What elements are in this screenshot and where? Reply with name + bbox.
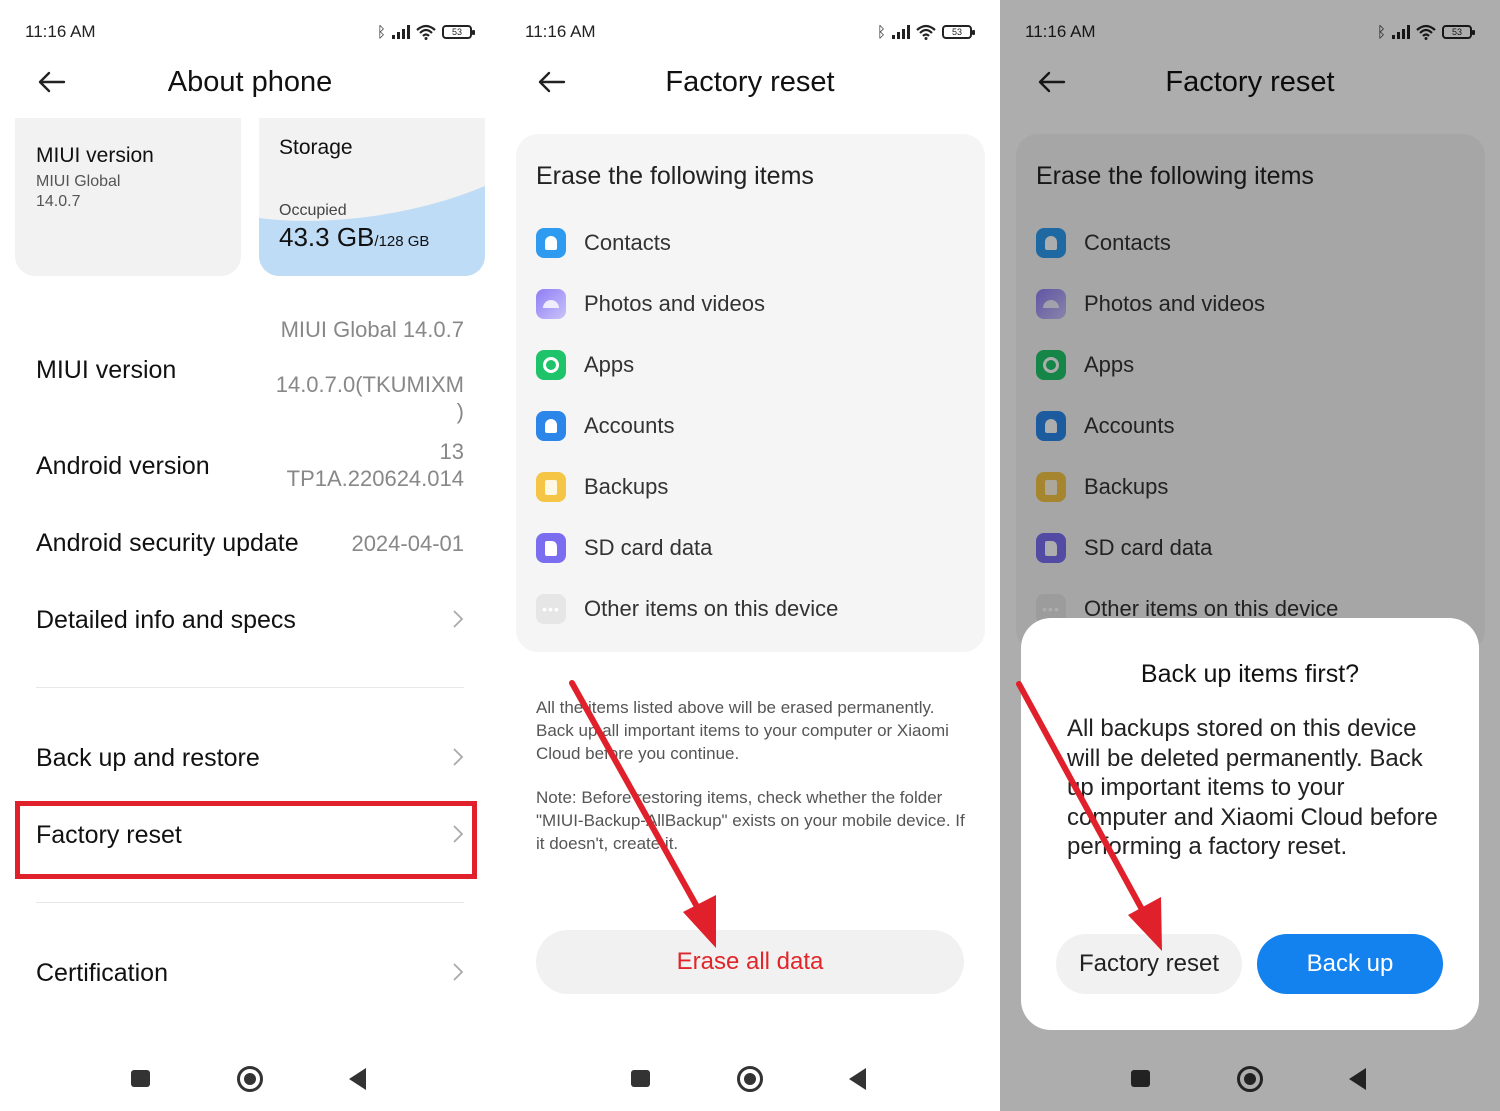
storage-card-heading: Storage: [279, 136, 353, 159]
list-item-apps: Apps: [536, 349, 634, 381]
security-update-label: Android security update: [36, 529, 299, 557]
section-divider: [36, 902, 464, 903]
bluetooth-icon: ᛒ: [876, 23, 886, 41]
android-version-label: Android version: [36, 452, 210, 480]
navigation-bar: [500, 1065, 1000, 1093]
bluetooth-icon: ᛒ: [376, 23, 386, 41]
storage-total: /128 GB: [374, 233, 430, 250]
erase-warning-text: All the items listed above will be erase…: [536, 698, 949, 763]
status-bar: 11:16 AM ᛒ 53: [525, 20, 975, 44]
item-label: Apps: [584, 352, 635, 377]
miui-version-card[interactable]: MIUI version MIUI Global 14.0.7: [15, 118, 241, 276]
list-item-accounts: Accounts: [536, 410, 675, 442]
page-title: About phone: [167, 66, 333, 98]
list-item-other: ••• Other items on this device: [536, 593, 838, 625]
status-bar: 11:16 AM ᛒ 53: [25, 20, 475, 44]
erase-heading: Erase the following items: [536, 162, 814, 190]
security-update-value: 2024-04-01: [351, 531, 464, 556]
android-version-value2: TP1A.220624.014: [286, 466, 464, 491]
sd-card-icon: [536, 533, 566, 563]
status-time: 11:16 AM: [525, 22, 596, 41]
navigation-bar: [0, 1065, 500, 1093]
backup-restore-row[interactable]: Back up and restore: [36, 744, 260, 773]
erase-all-data-button[interactable]: Erase all data: [536, 930, 964, 994]
list-item-backups: Backups: [536, 471, 668, 503]
miui-card-heading: MIUI version: [36, 144, 154, 167]
item-label: Backups: [584, 474, 669, 499]
certification-row[interactable]: Certification: [36, 959, 168, 988]
factory-reset-highlight-box: [15, 801, 477, 879]
item-label: Photos and videos: [584, 291, 766, 316]
storage-occupied-label: Occupied: [279, 202, 347, 219]
battery-icon: 53: [942, 25, 975, 39]
detailed-info-row[interactable]: Detailed info and specs: [36, 606, 296, 635]
backups-icon: [536, 472, 566, 502]
signal-icon: [892, 25, 910, 39]
backup-dialog: Back up items first? All backups stored …: [1021, 618, 1479, 1030]
restore-note-text: Note: Before restoring items, check whet…: [536, 788, 965, 853]
recents-nav-icon[interactable]: [631, 1070, 650, 1087]
storage-used-value: 43.3 GB/128 GB: [279, 222, 429, 253]
status-time: 11:16 AM: [25, 22, 96, 41]
factory-reset-dialog-screen: 11:16 AM ᛒ 53 Factory reset Erase the fo…: [1000, 0, 1500, 1111]
contacts-icon: [536, 228, 566, 258]
android-version-value1: 13: [439, 439, 464, 464]
home-nav-icon[interactable]: [737, 1066, 763, 1092]
page-title: Factory reset: [665, 66, 835, 98]
storage-used: 43.3 GB: [279, 222, 375, 252]
chevron-right-icon: [453, 748, 464, 766]
list-item-sd-card: SD card data: [536, 532, 712, 564]
home-nav-icon[interactable]: [237, 1066, 263, 1092]
apps-icon: [536, 350, 566, 380]
erase-items-card: Erase the following items Contacts Photo…: [516, 134, 985, 652]
wifi-icon: [416, 24, 436, 40]
back-nav-icon[interactable]: [349, 1068, 366, 1090]
item-label: Contacts: [584, 230, 671, 255]
battery-icon: 53: [442, 25, 475, 39]
signal-icon: [392, 25, 410, 39]
miui-version-value2[interactable]: 14.0.7.0(TKUMIXM: [276, 371, 464, 398]
miui-card-line1: MIUI Global: [36, 173, 121, 190]
item-label: Accounts: [584, 413, 675, 438]
wifi-icon: [916, 24, 936, 40]
dialog-title: Back up items first?: [1140, 660, 1360, 688]
storage-card[interactable]: Storage Occupied 43.3 GB/128 GB: [259, 118, 485, 276]
recents-nav-icon[interactable]: [131, 1070, 150, 1087]
miui-version-value1: MIUI Global 14.0.7: [280, 317, 464, 342]
miui-card-line2: 14.0.7: [36, 193, 81, 210]
accounts-icon: [536, 411, 566, 441]
miui-version-label: MIUI version: [36, 356, 177, 384]
factory-reset-screen: 11:16 AM ᛒ 53 Factory reset Erase the fo…: [500, 0, 1000, 1111]
section-divider: [36, 687, 464, 688]
list-item-photos: Photos and videos: [536, 288, 765, 320]
chevron-right-icon: [453, 610, 464, 628]
photos-icon: [536, 289, 566, 319]
about-phone-screen: 11:16 AM ᛒ 53 About phone MIUI version M…: [0, 0, 500, 1111]
dialog-factory-reset-button[interactable]: Factory reset: [1056, 934, 1242, 994]
back-nav-icon[interactable]: [849, 1068, 866, 1090]
dialog-back-up-button[interactable]: Back up: [1257, 934, 1443, 994]
item-label: Other items on this device: [584, 596, 839, 621]
miui-version-value3: ): [456, 399, 464, 424]
item-label: SD card data: [584, 535, 713, 560]
other-items-icon: •••: [536, 594, 566, 624]
dialog-body: All backups stored on this device will b…: [1067, 715, 1438, 860]
list-item-contacts: Contacts: [536, 227, 671, 259]
chevron-right-icon: [453, 963, 464, 981]
